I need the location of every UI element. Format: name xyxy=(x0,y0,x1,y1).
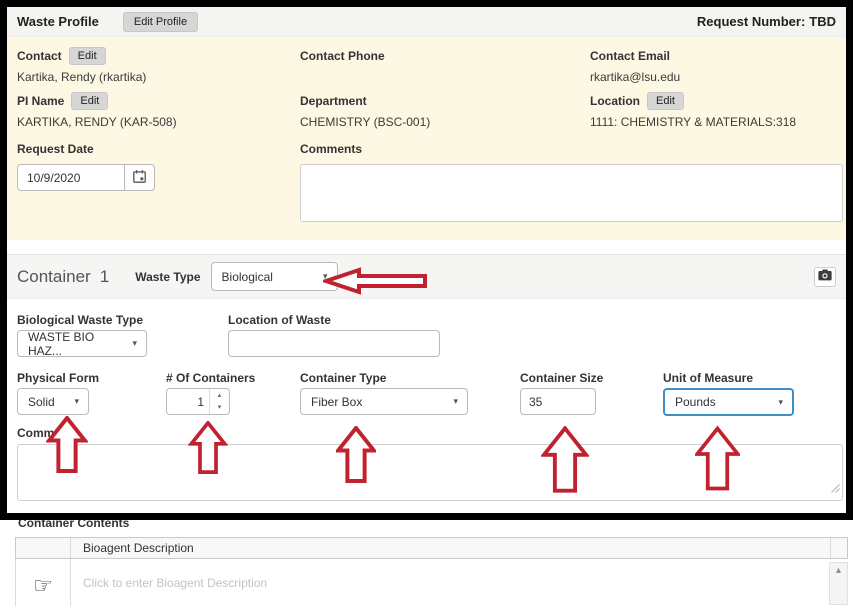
container-size-field: Container Size xyxy=(520,371,603,415)
row-indicator-cell: ☞ xyxy=(16,559,71,606)
container-comments-field: Comments xyxy=(17,426,843,501)
container-contents-table: Bioagent Description ☞ Click to enter Bi… xyxy=(15,537,848,606)
container-comments-label: Comments xyxy=(17,426,843,440)
num-of-containers-input[interactable] xyxy=(167,389,209,414)
scrollbar-up-icon[interactable]: ▴ xyxy=(830,563,847,579)
request-number-label: Request Number: xyxy=(697,14,805,29)
page-title: Waste Profile xyxy=(17,14,99,29)
container-type-value: Fiber Box xyxy=(311,395,362,409)
camera-icon xyxy=(818,269,832,284)
physical-form-value: Solid xyxy=(28,395,55,409)
unit-of-measure-select[interactable]: Pounds ▾ xyxy=(663,388,794,416)
container-type-label: Container Type xyxy=(300,371,468,385)
stepper-down-button[interactable]: ▾ xyxy=(210,402,229,415)
contact-label: Contact xyxy=(17,49,62,63)
contact-phone-field: Contact Phone xyxy=(300,47,385,84)
caret-down-icon: ▾ xyxy=(74,396,79,407)
request-number: Request Number: TBD xyxy=(697,14,836,29)
section-gap xyxy=(7,240,846,254)
caret-down-icon: ▾ xyxy=(453,396,458,407)
caret-down-icon: ▾ xyxy=(323,271,328,282)
date-picker-button[interactable] xyxy=(125,164,155,191)
pi-name-label: PI Name xyxy=(17,94,64,108)
location-label: Location xyxy=(590,94,640,108)
waste-type-select[interactable]: Biological ▾ xyxy=(211,262,338,291)
table-header-row: Bioagent Description xyxy=(15,537,848,559)
biological-waste-type-value: WASTE BIO HAZ... xyxy=(28,330,124,358)
waste-type-label: Waste Type xyxy=(135,270,200,284)
bioagent-description-cell[interactable]: Click to enter Bioagent Description xyxy=(71,559,831,606)
container-contents-title: Container Contents xyxy=(18,516,129,530)
unit-of-measure-field: Unit of Measure Pounds ▾ xyxy=(663,371,794,416)
container-size-input[interactable] xyxy=(520,388,596,415)
contact-value: Kartika, Rendy (rkartika) xyxy=(17,70,146,84)
location-of-waste-label: Location of Waste xyxy=(228,313,440,327)
stepper-up-button[interactable]: ▴ xyxy=(210,389,229,402)
topbar: Waste Profile Edit Profile Request Numbe… xyxy=(7,7,846,37)
profile-section: Contact Edit Kartika, Rendy (rkartika) C… xyxy=(7,37,846,240)
hand-pointer-icon: ☞ xyxy=(33,574,53,599)
contact-phone-value xyxy=(300,70,385,84)
container-body: Biological Waste Type WASTE BIO HAZ... ▾… xyxy=(7,299,846,513)
caret-down-icon: ▾ xyxy=(132,338,137,349)
request-date-field: Request Date xyxy=(17,140,155,191)
bioagent-description-header: Bioagent Description xyxy=(71,538,831,558)
container-size-label: Container Size xyxy=(520,371,603,385)
location-of-waste-field: Location of Waste xyxy=(228,313,440,357)
contact-edit-button[interactable]: Edit xyxy=(69,47,106,65)
quantity-stepper: ▴ ▾ xyxy=(166,388,230,415)
container-header: Container1 Waste Type Biological ▾ xyxy=(7,254,846,299)
request-date-input[interactable] xyxy=(17,164,125,191)
table-header-corner-cell xyxy=(831,538,847,558)
physical-form-field: Physical Form Solid ▾ xyxy=(17,371,99,415)
profile-comments-field: Comments xyxy=(300,140,843,222)
unit-of-measure-value: Pounds xyxy=(675,395,716,409)
resize-handle-icon[interactable] xyxy=(831,480,840,498)
calendar-icon xyxy=(133,170,146,186)
num-of-containers-field: # Of Containers ▴ ▾ xyxy=(166,371,255,415)
pi-name-field: PI Name Edit KARTIKA, RENDY (KAR-508) xyxy=(17,92,177,129)
table-scrollbar[interactable]: ▴ xyxy=(829,562,848,605)
profile-comments-label: Comments xyxy=(300,142,362,156)
pi-name-edit-button[interactable]: Edit xyxy=(71,92,108,110)
container-type-field: Container Type Fiber Box ▾ xyxy=(300,371,468,415)
contact-email-value: rkartika@lsu.edu xyxy=(590,70,680,84)
camera-button[interactable] xyxy=(814,267,836,287)
container-type-select[interactable]: Fiber Box ▾ xyxy=(300,388,468,415)
physical-form-label: Physical Form xyxy=(17,371,99,385)
biological-waste-type-field: Biological Waste Type WASTE BIO HAZ... ▾ xyxy=(17,313,147,357)
location-value: 1111: CHEMISTRY & MATERIALS:318 xyxy=(590,115,796,129)
container-title: Container1 xyxy=(17,267,109,287)
location-field: Location Edit 1111: CHEMISTRY & MATERIAL… xyxy=(590,92,796,129)
location-edit-button[interactable]: Edit xyxy=(647,92,684,110)
department-field: Department CHEMISTRY (BSC-001) xyxy=(300,92,430,129)
container-number: 1 xyxy=(100,267,109,286)
contact-field: Contact Edit Kartika, Rendy (rkartika) xyxy=(17,47,146,84)
waste-request-page: Waste Profile Edit Profile Request Numbe… xyxy=(0,0,859,605)
physical-form-select[interactable]: Solid ▾ xyxy=(17,388,89,415)
contact-email-field: Contact Email rkartika@lsu.edu xyxy=(590,47,680,84)
unit-of-measure-label: Unit of Measure xyxy=(663,371,794,385)
contact-phone-label: Contact Phone xyxy=(300,49,385,63)
request-date-label: Request Date xyxy=(17,142,94,156)
request-number-value: TBD xyxy=(809,14,836,29)
container-comments-textarea[interactable] xyxy=(17,444,843,501)
caret-down-icon: ▾ xyxy=(778,397,783,408)
department-label: Department xyxy=(300,94,367,108)
edit-profile-button[interactable]: Edit Profile xyxy=(123,12,198,32)
num-of-containers-label: # Of Containers xyxy=(166,371,255,385)
table-header-spacer-cell xyxy=(16,538,71,558)
department-value: CHEMISTRY (BSC-001) xyxy=(300,115,430,129)
biological-waste-type-label: Biological Waste Type xyxy=(17,313,147,327)
location-of-waste-input[interactable] xyxy=(228,330,440,357)
contact-email-label: Contact Email xyxy=(590,49,670,63)
pi-name-value: KARTIKA, RENDY (KAR-508) xyxy=(17,115,177,129)
biological-waste-type-select[interactable]: WASTE BIO HAZ... ▾ xyxy=(17,330,147,357)
profile-comments-textarea[interactable] xyxy=(300,164,843,222)
waste-type-value: Biological xyxy=(222,270,273,284)
table-row: ☞ Click to enter Bioagent Description xyxy=(15,559,831,606)
